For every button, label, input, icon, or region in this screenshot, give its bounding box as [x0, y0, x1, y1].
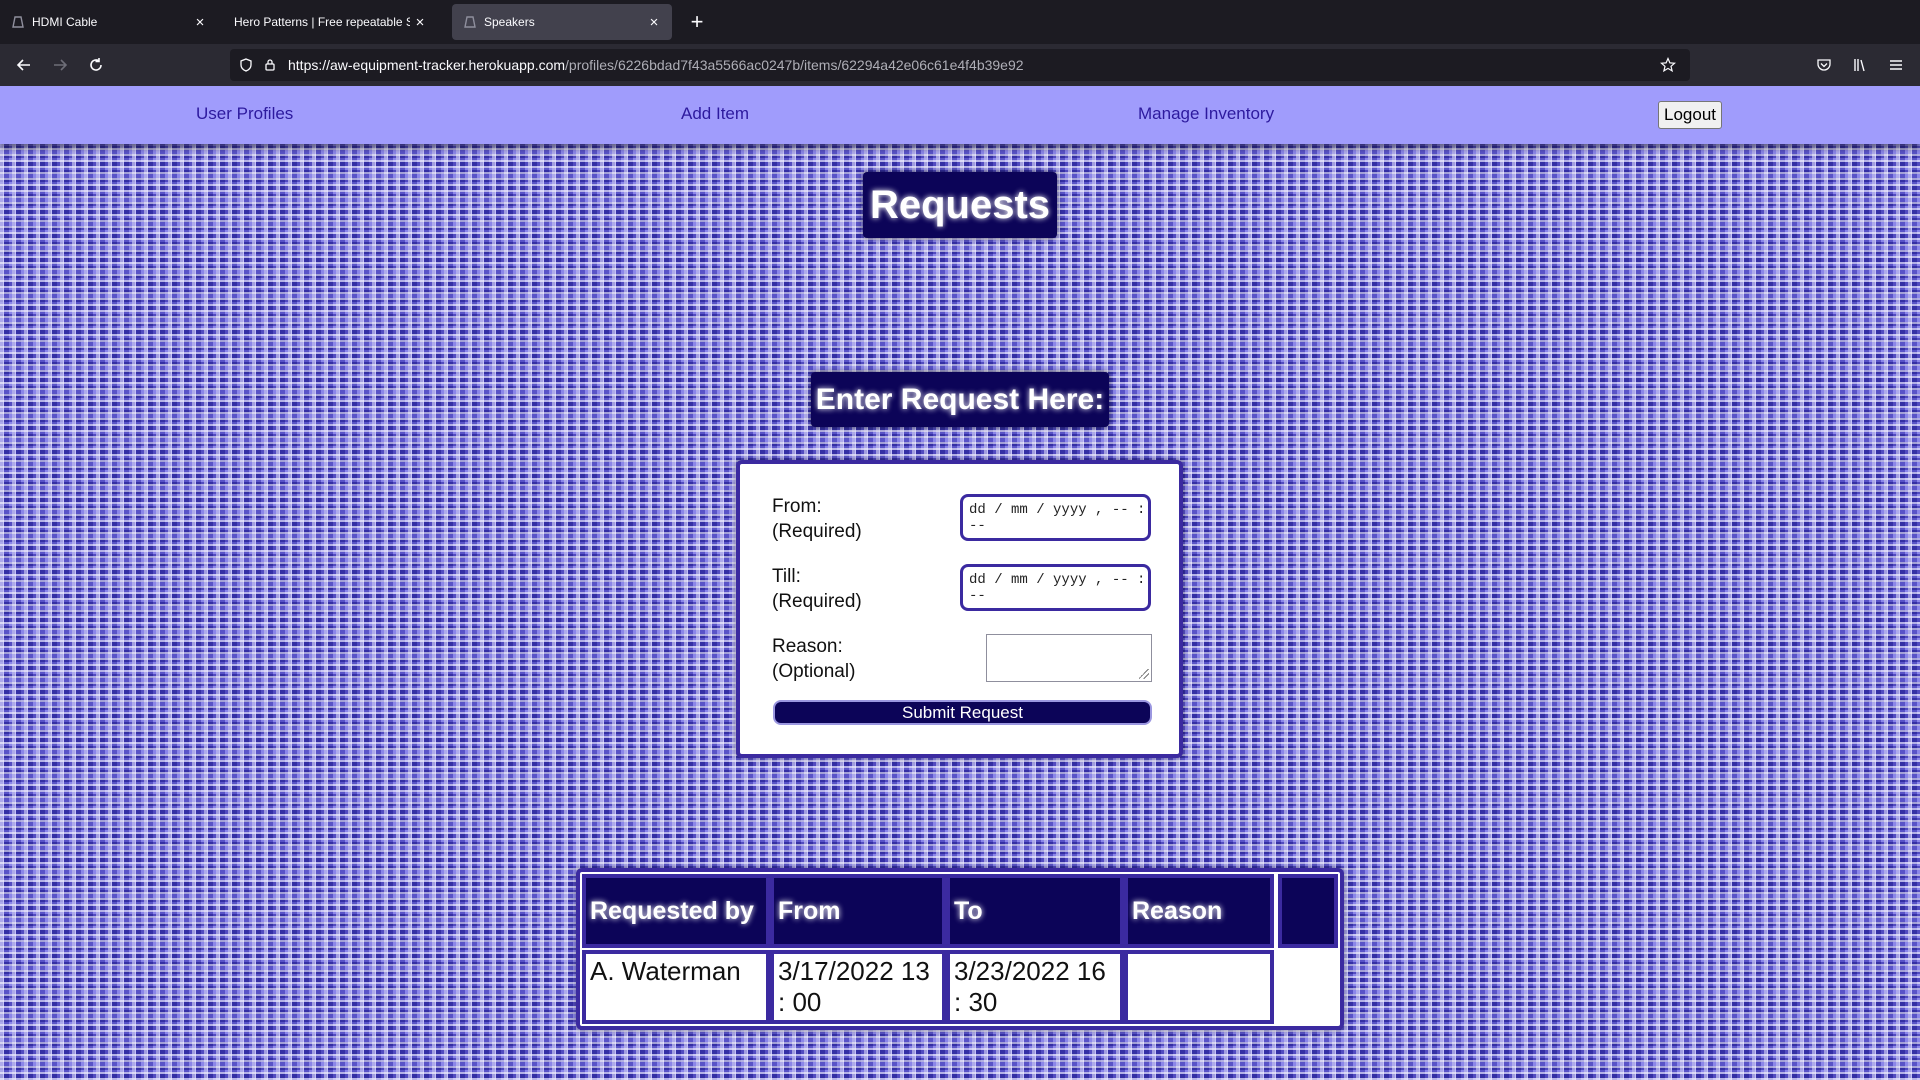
reload-icon[interactable]	[82, 51, 110, 79]
library-icon[interactable]	[1846, 51, 1874, 79]
till-label: Till:	[772, 566, 801, 587]
shield-icon[interactable]	[234, 53, 258, 77]
requests-table: Requested by From To Reason A. Waterman …	[576, 868, 1344, 1030]
tab-speakers[interactable]: Speakers ×	[452, 4, 672, 40]
from-datetime-input[interactable]: dd / mm / yyyy , -- : --	[960, 494, 1151, 541]
close-icon[interactable]: ×	[190, 12, 210, 32]
resize-grip-icon[interactable]	[1139, 669, 1149, 679]
browser-navbar: https://aw-equipment-tracker.herokuapp.c…	[0, 44, 1920, 86]
menu-hamburger-icon[interactable]	[1882, 51, 1910, 79]
lock-icon[interactable]	[258, 53, 282, 77]
header-from: From	[770, 874, 946, 948]
back-arrow-icon[interactable]	[10, 51, 38, 79]
from-required-note: (Required)	[772, 521, 862, 542]
cell-to: 3/23/2022 16 : 30	[946, 950, 1124, 1024]
from-label: From:	[772, 496, 822, 517]
close-icon[interactable]: ×	[644, 12, 664, 32]
header-actions	[1278, 874, 1338, 948]
header-reason: Reason	[1124, 874, 1274, 948]
browser-tabstrip: HDMI Cable × Hero Patterns | Free repeat…	[0, 0, 1920, 44]
tab-title: Hero Patterns | Free repeatable SVG	[234, 15, 410, 29]
submit-request-button[interactable]: Submit Request	[773, 700, 1152, 725]
site-header: User Profiles Add Item Manage Inventory …	[0, 86, 1920, 144]
header-requested-by: Requested by	[582, 874, 770, 948]
logout-button[interactable]: Logout	[1658, 101, 1722, 129]
address-bar[interactable]: https://aw-equipment-tracker.herokuapp.c…	[230, 49, 1690, 81]
reason-optional-note: (Optional)	[772, 661, 856, 682]
till-label-group: Till: (Required)	[772, 564, 862, 614]
header-to: To	[946, 874, 1124, 948]
from-label-group: From: (Required)	[772, 494, 862, 544]
page-icon	[462, 14, 478, 30]
page-icon	[10, 14, 26, 30]
nav-user-profiles-link[interactable]: User Profiles	[196, 104, 293, 124]
close-icon[interactable]: ×	[410, 12, 430, 32]
url-text: https://aw-equipment-tracker.herokuapp.c…	[288, 57, 1024, 73]
form-heading: Enter Request Here:	[811, 372, 1109, 427]
reason-label-group: Reason: (Optional)	[772, 634, 855, 684]
cell-reason	[1124, 950, 1274, 1024]
tab-hero-patterns[interactable]: Hero Patterns | Free repeatable SVG ×	[224, 4, 438, 40]
tab-hdmi-cable[interactable]: HDMI Cable ×	[0, 4, 218, 40]
reason-label: Reason:	[772, 636, 843, 657]
till-required-note: (Required)	[772, 591, 862, 612]
forward-arrow-icon[interactable]	[46, 51, 74, 79]
bookmark-star-icon[interactable]	[1656, 53, 1680, 77]
url-host: https://aw-equipment-tracker.herokuapp.c…	[288, 57, 566, 73]
from-datetime-placeholder: dd / mm / yyyy , -- : --	[969, 501, 1146, 534]
request-form: From: (Required) dd / mm / yyyy , -- : -…	[736, 460, 1183, 758]
page-title: Requests	[863, 172, 1057, 238]
tab-title: HDMI Cable	[32, 15, 98, 29]
pocket-icon[interactable]	[1810, 51, 1838, 79]
cell-from: 3/17/2022 13 : 00	[770, 950, 946, 1024]
nav-manage-inventory-link[interactable]: Manage Inventory	[1138, 104, 1274, 124]
url-path: /profiles/6226bdad7f43a5566ac0247b/items…	[565, 57, 1024, 73]
reason-textarea[interactable]	[986, 634, 1152, 682]
cell-requested-by: A. Waterman	[582, 950, 770, 1024]
page-viewport: User Profiles Add Item Manage Inventory …	[0, 86, 1920, 1080]
till-datetime-placeholder: dd / mm / yyyy , -- : --	[969, 571, 1146, 604]
till-datetime-input[interactable]: dd / mm / yyyy , -- : --	[960, 564, 1151, 611]
nav-add-item-link[interactable]: Add Item	[681, 104, 749, 124]
new-tab-plus-icon[interactable]: +	[683, 8, 711, 36]
tab-title: Speakers	[484, 15, 535, 29]
